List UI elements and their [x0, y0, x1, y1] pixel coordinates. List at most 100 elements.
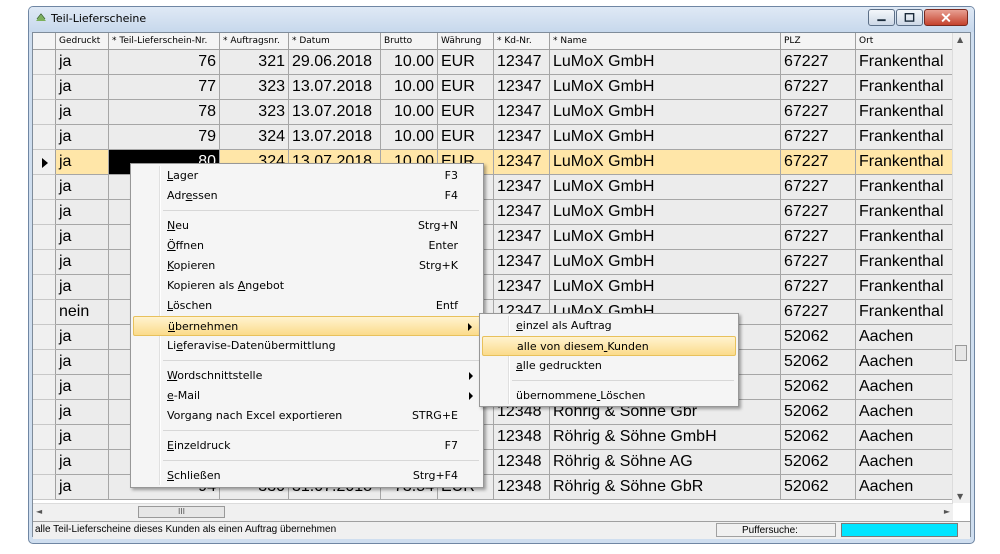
- cell-ort[interactable]: Aachen: [856, 325, 953, 350]
- menu-item-oeffnen[interactable]: Öffnen Enter: [133, 236, 481, 256]
- cell-plz[interactable]: 67227: [781, 200, 856, 225]
- row-header[interactable]: [33, 200, 56, 225]
- cell-name[interactable]: LuMoX GmbH: [550, 200, 781, 225]
- cell-gedruckt[interactable]: ja: [56, 75, 109, 100]
- header-col-teil-lieferschein-nr[interactable]: * Teil-Lieferschein-Nr.: [109, 33, 220, 49]
- menu-item-adressen[interactable]: Adressen F4: [133, 186, 481, 206]
- cell-name[interactable]: LuMoX GmbH: [550, 250, 781, 275]
- cell-gedruckt[interactable]: ja: [56, 150, 109, 175]
- cell-brutto[interactable]: 10.00: [381, 50, 438, 75]
- close-button[interactable]: [924, 9, 968, 26]
- cell-waehrung[interactable]: EUR: [438, 75, 494, 100]
- menu-item-loeschen[interactable]: Löschen Entf: [133, 296, 481, 316]
- cell-plz[interactable]: 52062: [781, 375, 856, 400]
- cell-plz[interactable]: 67227: [781, 150, 856, 175]
- cell-gedruckt[interactable]: ja: [56, 200, 109, 225]
- row-header[interactable]: [33, 375, 56, 400]
- cell-ort[interactable]: Aachen: [856, 400, 953, 425]
- header-corner[interactable]: [33, 33, 56, 49]
- cell-auftragsnr[interactable]: 323: [220, 100, 289, 125]
- cell-kd-nr[interactable]: 12347: [494, 150, 550, 175]
- cell-ort[interactable]: Frankenthal: [856, 150, 953, 175]
- cell-brutto[interactable]: 10.00: [381, 125, 438, 150]
- cell-gedruckt[interactable]: nein: [56, 300, 109, 325]
- cell-ort[interactable]: Frankenthal: [856, 75, 953, 100]
- header-col-kd-nr[interactable]: * Kd-Nr.: [494, 33, 550, 49]
- cell-name[interactable]: Röhrig & Söhne AG: [550, 450, 781, 475]
- cell-brutto[interactable]: 10.00: [381, 75, 438, 100]
- row-header[interactable]: [33, 475, 56, 500]
- header-col-gedruckt[interactable]: Gedruckt: [56, 33, 109, 49]
- cell-brutto[interactable]: 10.00: [381, 100, 438, 125]
- cell-plz[interactable]: 52062: [781, 350, 856, 375]
- cell-plz[interactable]: 67227: [781, 250, 856, 275]
- horizontal-scrollbar[interactable]: ◄ III ►: [33, 503, 953, 521]
- cell-kd-nr[interactable]: 12347: [494, 275, 550, 300]
- cell-name[interactable]: Röhrig & Söhne GmbH: [550, 425, 781, 450]
- menu-item-wordschnittstelle[interactable]: Wordschnittstelle: [133, 366, 481, 386]
- cell-waehrung[interactable]: EUR: [438, 125, 494, 150]
- cell-teil-lieferschein-nr[interactable]: 79: [109, 125, 220, 150]
- cell-gedruckt[interactable]: ja: [56, 250, 109, 275]
- cell-ort[interactable]: Frankenthal: [856, 225, 953, 250]
- cell-plz[interactable]: 52062: [781, 450, 856, 475]
- cell-ort[interactable]: Aachen: [856, 450, 953, 475]
- row-header[interactable]: [33, 75, 56, 100]
- cell-plz[interactable]: 67227: [781, 100, 856, 125]
- cell-datum[interactable]: 13.07.2018: [289, 125, 381, 150]
- cell-gedruckt[interactable]: ja: [56, 325, 109, 350]
- cell-ort[interactable]: Frankenthal: [856, 175, 953, 200]
- horizontal-scroll-thumb[interactable]: III: [138, 506, 225, 518]
- row-header[interactable]: [33, 450, 56, 475]
- cell-plz[interactable]: 67227: [781, 225, 856, 250]
- menu-item-neu[interactable]: Neu Strg+N: [133, 216, 481, 236]
- minimize-button[interactable]: [868, 9, 895, 26]
- cell-kd-nr[interactable]: 12347: [494, 250, 550, 275]
- cell-gedruckt[interactable]: ja: [56, 400, 109, 425]
- cell-gedruckt[interactable]: ja: [56, 375, 109, 400]
- menu-item-lieferavise-datenuebermittlung[interactable]: Lieferavise-Datenübermittlung: [133, 336, 481, 356]
- row-header[interactable]: [33, 225, 56, 250]
- header-col-auftragsnr[interactable]: * Auftragsnr.: [220, 33, 289, 49]
- cell-name[interactable]: LuMoX GmbH: [550, 175, 781, 200]
- cell-waehrung[interactable]: EUR: [438, 100, 494, 125]
- cell-plz[interactable]: 67227: [781, 275, 856, 300]
- row-header[interactable]: [33, 300, 56, 325]
- cell-gedruckt[interactable]: ja: [56, 225, 109, 250]
- cell-gedruckt[interactable]: ja: [56, 275, 109, 300]
- cell-gedruckt[interactable]: ja: [56, 125, 109, 150]
- menu-item-lager[interactable]: Lager F3: [133, 166, 481, 186]
- cell-kd-nr[interactable]: 12347: [494, 75, 550, 100]
- cell-plz[interactable]: 52062: [781, 475, 856, 500]
- cell-auftragsnr[interactable]: 324: [220, 125, 289, 150]
- vertical-scroll-thumb[interactable]: [955, 345, 967, 361]
- cell-name[interactable]: LuMoX GmbH: [550, 75, 781, 100]
- cell-name[interactable]: LuMoX GmbH: [550, 125, 781, 150]
- cell-name[interactable]: LuMoX GmbH: [550, 50, 781, 75]
- scroll-left-icon[interactable]: ◄: [36, 507, 42, 516]
- cell-plz[interactable]: 52062: [781, 425, 856, 450]
- scroll-down-icon[interactable]: ▼: [957, 492, 963, 501]
- cell-kd-nr[interactable]: 12348: [494, 450, 550, 475]
- header-col-ort[interactable]: Ort: [856, 33, 953, 49]
- row-header[interactable]: [33, 100, 56, 125]
- cell-gedruckt[interactable]: ja: [56, 425, 109, 450]
- header-col-waehrung[interactable]: Währung: [438, 33, 494, 49]
- cell-teil-lieferschein-nr[interactable]: 78: [109, 100, 220, 125]
- cell-name[interactable]: LuMoX GmbH: [550, 150, 781, 175]
- menu-item-kopieren-als-angebot[interactable]: Kopieren als Angebot: [133, 276, 481, 296]
- cell-ort[interactable]: Aachen: [856, 375, 953, 400]
- cell-plz[interactable]: 67227: [781, 75, 856, 100]
- cell-gedruckt[interactable]: ja: [56, 50, 109, 75]
- cell-datum[interactable]: 29.06.2018: [289, 50, 381, 75]
- cell-ort[interactable]: Frankenthal: [856, 300, 953, 325]
- row-header[interactable]: [33, 275, 56, 300]
- row-header[interactable]: [33, 150, 56, 175]
- scroll-right-icon[interactable]: ►: [944, 507, 950, 516]
- row-header[interactable]: [33, 350, 56, 375]
- cell-datum[interactable]: 13.07.2018: [289, 100, 381, 125]
- cell-plz[interactable]: 52062: [781, 400, 856, 425]
- cell-kd-nr[interactable]: 12347: [494, 175, 550, 200]
- cell-auftragsnr[interactable]: 321: [220, 50, 289, 75]
- cell-name[interactable]: LuMoX GmbH: [550, 100, 781, 125]
